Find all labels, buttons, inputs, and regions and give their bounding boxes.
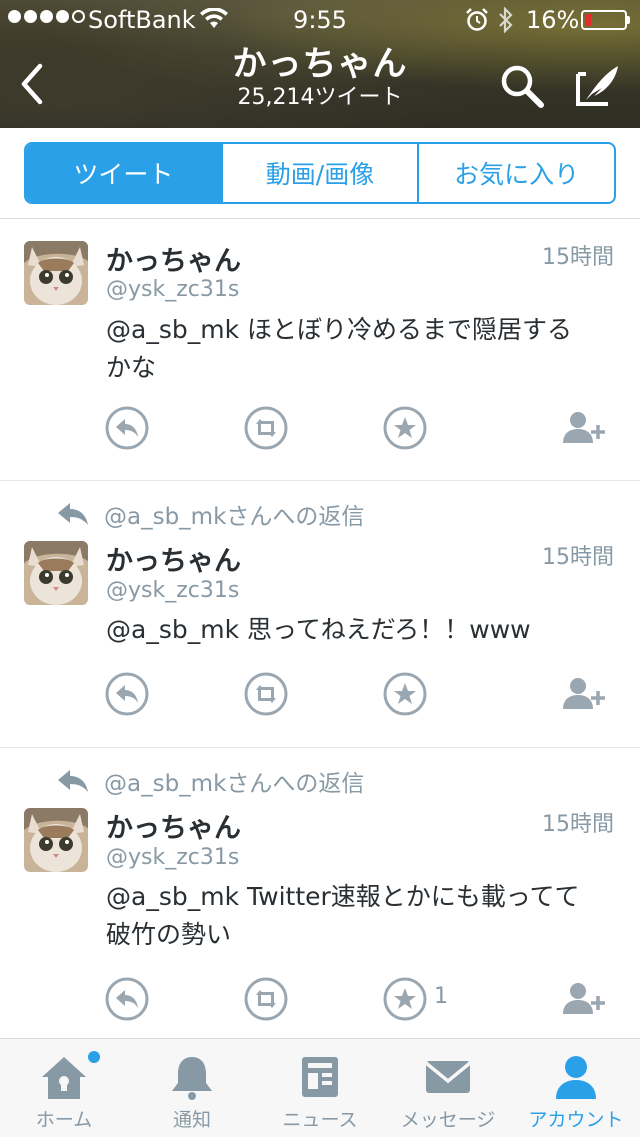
tweet-actions (104, 405, 614, 451)
tab-news[interactable]: ニュース (256, 1039, 384, 1137)
follow-button[interactable] (560, 976, 606, 1022)
add-user-icon (563, 412, 605, 443)
reply-button[interactable] (104, 405, 150, 451)
tweet-text: @a_sb_mk Twitter速報とかにも載ってて 破竹の勢い (106, 878, 616, 954)
star-icon (383, 406, 427, 450)
tab-label: ホーム (35, 1109, 93, 1131)
compose-quill-icon (576, 66, 618, 106)
retweet-button[interactable] (243, 671, 289, 717)
tweet-text: @a_sb_mk 思ってねえだろ！！www (106, 611, 616, 649)
reply-arrow-icon (58, 503, 88, 525)
tweet-timeline[interactable]: かっちゃん @ysk_zc31s 15時間 @a_sb_mk ほとぼり冷めるまで… (0, 219, 640, 1037)
star-icon (383, 977, 427, 1021)
cat-avatar-image (24, 541, 88, 605)
bell-icon (172, 1057, 212, 1100)
favorite-button[interactable] (382, 976, 428, 1022)
profile-header: SoftBank 9:55 16% かっちゃん 25,214ツイート (0, 0, 640, 128)
tab-messages[interactable]: メッセージ (384, 1039, 512, 1137)
search-button[interactable] (498, 62, 546, 110)
profile-tabs-area: ツイート 動画/画像 お気に入り (0, 128, 640, 219)
star-icon (383, 672, 427, 716)
battery-level (585, 14, 591, 26)
add-user-icon (563, 983, 605, 1014)
home-icon (42, 1057, 86, 1099)
tweet-author-handle: @ysk_zc31s (106, 578, 240, 603)
tab-notifications[interactable]: 通知 (128, 1039, 256, 1137)
reply-context[interactable]: @a_sb_mkさんへの返信 (56, 499, 365, 530)
tweet-author-handle: @ysk_zc31s (106, 845, 240, 870)
retweet-icon (244, 977, 288, 1021)
follow-button[interactable] (560, 405, 606, 451)
tweet-text: @a_sb_mk ほとぼり冷めるまで隠居する かな (106, 311, 616, 387)
reply-button[interactable] (104, 671, 150, 717)
avatar[interactable] (24, 808, 88, 872)
tweet-text-line: @a_sb_mk 思ってねえだろ！！www (106, 615, 531, 644)
reply-context-label: @a_sb_mkさんへの返信 (104, 771, 365, 797)
bluetooth-icon (497, 6, 515, 39)
reply-icon (105, 672, 149, 716)
follow-button[interactable] (560, 671, 606, 717)
favorite-button[interactable] (382, 671, 428, 717)
tweet-actions: 1 (104, 976, 614, 1022)
home-badge-dot (88, 1051, 100, 1063)
tweet-author-name[interactable]: かっちゃん (106, 806, 241, 845)
tweet-timestamp: 15時間 (542, 812, 614, 837)
news-icon (302, 1057, 338, 1097)
segment-favorites[interactable]: お気に入り (417, 144, 614, 202)
favorite-button[interactable] (382, 405, 428, 451)
segment-media[interactable]: 動画/画像 (220, 144, 418, 202)
tab-label: アカウント (528, 1109, 624, 1131)
status-bar: SoftBank 9:55 16% (0, 0, 640, 40)
tab-label: 通知 (172, 1109, 211, 1131)
bottom-tab-bar: ホーム 通知 ニュース メッセージ アカウント (0, 1038, 640, 1137)
segment-tweets[interactable]: ツイート (26, 144, 221, 202)
tab-home[interactable]: ホーム (0, 1039, 128, 1137)
favorite-count: 1 (434, 984, 448, 1009)
search-icon (501, 65, 544, 108)
tweet-text-line: かな (106, 353, 157, 382)
tweet-item[interactable]: かっちゃん @ysk_zc31s 15時間 @a_sb_mk ほとぼり冷めるまで… (0, 219, 640, 481)
reply-arrow-icon (58, 770, 88, 792)
envelope-icon (424, 1061, 472, 1093)
tweet-author-handle: @ysk_zc31s (106, 277, 240, 302)
add-user-icon (563, 678, 605, 709)
retweet-icon (244, 672, 288, 716)
reply-icon (105, 977, 149, 1021)
reply-context-label: @a_sb_mkさんへの返信 (104, 504, 365, 530)
tweet-item[interactable]: @a_sb_mkさんへの返信 かっちゃん @ysk_zc31s 15時間 @a_… (0, 481, 640, 748)
cat-avatar-image (24, 241, 88, 305)
retweet-icon (244, 406, 288, 450)
reply-button[interactable] (104, 976, 150, 1022)
tab-account[interactable]: アカウント (512, 1039, 640, 1137)
tab-label: メッセージ (400, 1109, 496, 1131)
tweet-item[interactable]: @a_sb_mkさんへの返信 かっちゃん @ysk_zc31s 15時間 @a_… (0, 748, 640, 1037)
tweet-timestamp: 15時間 (542, 245, 614, 270)
tweet-timestamp: 15時間 (542, 545, 614, 570)
cat-avatar-image (24, 808, 88, 872)
avatar[interactable] (24, 241, 88, 305)
reply-context[interactable]: @a_sb_mkさんへの返信 (56, 766, 365, 797)
alarm-icon (465, 8, 489, 38)
retweet-button[interactable] (243, 976, 289, 1022)
compose-tweet-button[interactable] (572, 60, 622, 110)
tweet-text-line: 破竹の勢い (106, 920, 232, 949)
tweet-author-name[interactable]: かっちゃん (106, 239, 241, 278)
battery-percent: 16% (526, 6, 580, 34)
tweet-actions (104, 671, 614, 717)
avatar[interactable] (24, 541, 88, 605)
tweet-text-line: @a_sb_mk ほとぼり冷めるまで隠居する (106, 315, 572, 344)
profile-segmented-control: ツイート 動画/画像 お気に入り (24, 142, 616, 204)
tweet-text-line: @a_sb_mk Twitter速報とかにも載ってて (106, 882, 580, 911)
tab-label: ニュース (282, 1109, 358, 1131)
tweet-author-name[interactable]: かっちゃん (106, 539, 241, 578)
retweet-button[interactable] (243, 405, 289, 451)
battery-icon (581, 10, 627, 30)
person-icon (556, 1056, 596, 1099)
reply-icon (105, 406, 149, 450)
